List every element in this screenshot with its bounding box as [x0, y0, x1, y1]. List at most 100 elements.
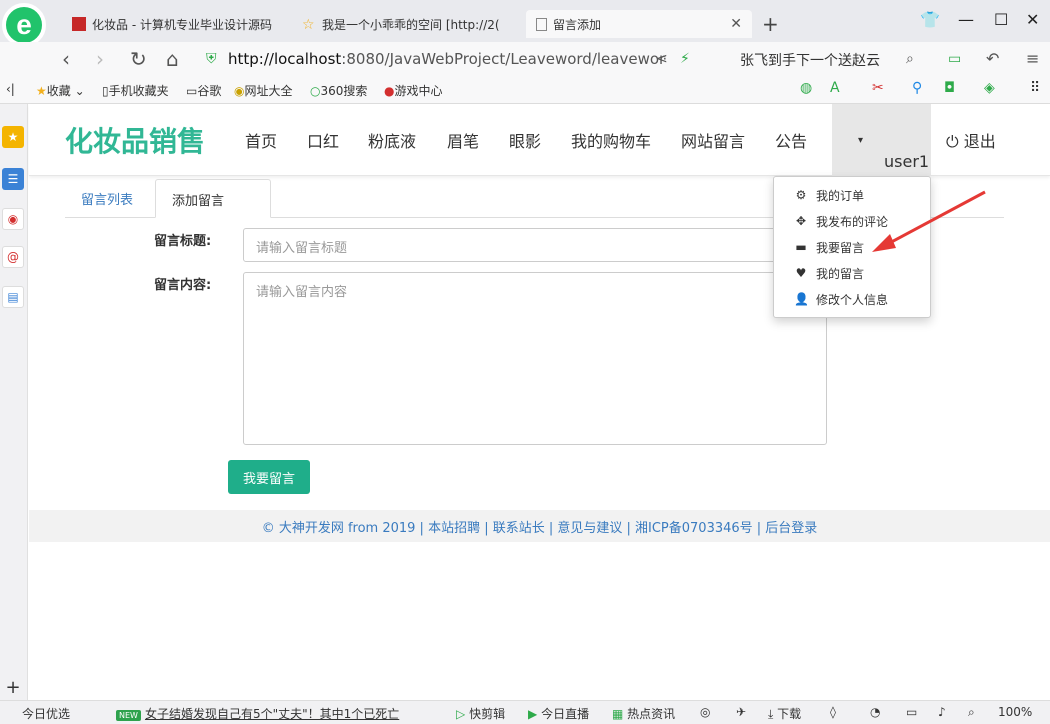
- wechat-icon[interactable]: ◍: [800, 80, 812, 96]
- bookmark-item[interactable]: ●游戏中心: [384, 82, 443, 99]
- star-icon[interactable]: ★: [2, 126, 24, 148]
- browser-logo-icon[interactable]: e: [2, 3, 46, 47]
- user-menu-toggle[interactable]: user1 ▾: [832, 104, 931, 176]
- mail-icon[interactable]: @: [2, 246, 24, 268]
- scissors-icon[interactable]: ✂: [872, 80, 884, 96]
- menu-item-leave-message[interactable]: ▬ 我要留言: [774, 235, 930, 259]
- star-icon: ★: [36, 84, 47, 98]
- status-item[interactable]: ⤓ 下载: [768, 705, 801, 722]
- menu-item-label: 我要留言: [816, 240, 865, 255]
- add-icon[interactable]: +: [2, 676, 24, 698]
- browser-tabbar: e 化妆品 - 计算机专业毕业设计源码 ☆ 我是一个小乖乖的空间 [http:/…: [0, 0, 1050, 47]
- video-icon: ▷: [456, 707, 466, 721]
- clock-icon[interactable]: ◔: [870, 705, 880, 719]
- browser-tab-active[interactable]: 留言添加 ✕: [526, 10, 752, 38]
- gamepad-icon[interactable]: ◘: [944, 80, 955, 96]
- nav-cart[interactable]: 我的购物车: [571, 128, 651, 152]
- shield-icon[interactable]: ◈: [984, 80, 995, 96]
- status-item[interactable]: ▷ 快剪辑: [456, 705, 505, 722]
- nav-home[interactable]: 首页: [245, 128, 277, 152]
- zoom-icon[interactable]: ⌕: [968, 705, 975, 720]
- maximize-icon[interactable]: ☐: [994, 10, 1008, 29]
- menu-item-label: 我的留言: [816, 266, 865, 281]
- bookmarks-bar: ‹| ★收藏 ⌄ ▯手机收藏夹 ▭谷歌 ◉网址大全 ○360搜索 ●游戏中心 ◍…: [0, 76, 1050, 104]
- reload-icon[interactable]: ↻: [130, 47, 147, 71]
- close-window-icon[interactable]: ✕: [1026, 10, 1039, 29]
- lightning-icon[interactable]: ⚡: [680, 51, 690, 67]
- star-icon: ☆: [302, 17, 315, 33]
- footer[interactable]: © 大神开发网 from 2019 | 本站招聘 | 联系站长 | 意见与建议 …: [29, 510, 1050, 542]
- new-tab-icon[interactable]: +: [762, 12, 779, 36]
- status-today-picks[interactable]: 今日优选: [22, 705, 70, 722]
- tab-title: 我是一个小乖乖的空间 [http://2(: [322, 17, 500, 32]
- url-input[interactable]: http://localhost:8080/JavaWebProject/Lea…: [228, 50, 728, 70]
- submit-button[interactable]: 我要留言: [228, 460, 310, 494]
- nav-eyebrow-pencil[interactable]: 眉笔: [447, 128, 479, 152]
- browser-tab[interactable]: 化妆品 - 计算机专业毕业设计源码: [62, 10, 290, 38]
- close-icon[interactable]: ✕: [730, 16, 742, 32]
- search-icon[interactable]: ⌕: [906, 51, 914, 67]
- status-item[interactable]: ▦ 热点资讯: [612, 705, 675, 722]
- tab-add-message[interactable]: 添加留言: [155, 179, 271, 218]
- bookmark-item[interactable]: ★收藏 ⌄: [36, 82, 85, 99]
- nav-guestbook[interactable]: 网站留言: [681, 128, 745, 152]
- game-icon: ●: [384, 84, 395, 98]
- news-text: 女子结婚发现自己有5个"丈夫"！其中1个已死亡: [144, 707, 400, 721]
- menu-item-profile[interactable]: 👤 修改个人信息: [774, 287, 930, 311]
- page: 化妆品销售 首页 口红 粉底液 眉笔 眼影 我的购物车 网站留言 公告 user…: [29, 104, 1050, 700]
- nav-notice[interactable]: 公告: [775, 128, 807, 152]
- nav-eyeshadow[interactable]: 眼影: [509, 128, 541, 152]
- title-input[interactable]: 请输入留言标题: [243, 228, 827, 262]
- menu-item-my-messages[interactable]: ♥ 我的留言: [774, 261, 930, 285]
- bookmark-label: 360搜索: [320, 84, 368, 98]
- zoom-level[interactable]: 100%: [998, 705, 1032, 719]
- screen-icon[interactable]: ▭: [906, 705, 917, 719]
- bookmark-label: 游戏中心: [394, 84, 443, 98]
- document-icon[interactable]: ▤: [2, 286, 24, 308]
- sound-icon[interactable]: ♪: [938, 705, 946, 719]
- status-label: 快剪辑: [469, 707, 506, 721]
- username: user1: [884, 152, 930, 171]
- apps-icon[interactable]: ⠿: [1030, 80, 1040, 96]
- compass-icon[interactable]: ◎: [700, 705, 710, 719]
- share-icon[interactable]: ⋖: [656, 51, 668, 67]
- site-brand[interactable]: 化妆品销售: [65, 120, 205, 160]
- browser-sidebar: ★ ☰ ◉ @ ▤ +: [0, 104, 28, 700]
- bookmark-item[interactable]: ○360搜索: [310, 82, 367, 99]
- translate-icon[interactable]: A: [830, 80, 840, 96]
- menu-item-label: 修改个人信息: [816, 292, 889, 307]
- list-icon[interactable]: ☰: [2, 168, 24, 190]
- minimize-icon[interactable]: —: [958, 10, 974, 29]
- weibo-icon[interactable]: ◉: [2, 208, 24, 230]
- bookmark-item[interactable]: ▭谷歌: [186, 82, 221, 99]
- shirt-icon[interactable]: 👕: [920, 10, 940, 29]
- bookmark-item[interactable]: ▯手机收藏夹: [102, 82, 169, 99]
- back-icon[interactable]: ‹: [62, 47, 70, 71]
- nav-lipstick[interactable]: 口红: [307, 128, 339, 152]
- pin-icon[interactable]: ✈: [736, 705, 746, 719]
- menu-item-orders[interactable]: ⚙ 我的订单: [774, 183, 930, 207]
- undo-icon[interactable]: ↶: [986, 49, 999, 68]
- search-logo-icon: ○: [310, 84, 321, 98]
- home-icon[interactable]: ⌂: [166, 47, 179, 71]
- tab-title: 留言添加: [553, 17, 602, 32]
- content-textarea[interactable]: 请输入留言内容: [243, 272, 827, 445]
- collapse-icon[interactable]: ‹|: [6, 82, 15, 96]
- menu-icon[interactable]: ≡: [1026, 49, 1039, 68]
- forward-icon[interactable]: ›: [96, 47, 104, 71]
- browser-tab[interactable]: ☆ 我是一个小乖乖的空间 [http://2(: [292, 10, 524, 38]
- menu-item-comments[interactable]: ✥ 我发布的评论: [774, 209, 930, 233]
- nav-foundation[interactable]: 粉底液: [368, 128, 416, 152]
- search-input[interactable]: 张飞到手下一个送赵云: [740, 50, 880, 70]
- status-item[interactable]: ▶ 今日直播: [528, 705, 589, 722]
- mute-icon[interactable]: ◊: [830, 705, 836, 719]
- battery-icon: ▭: [948, 51, 962, 67]
- tab-message-list[interactable]: 留言列表: [65, 179, 149, 218]
- magnifier-icon[interactable]: ⚲: [912, 80, 922, 96]
- status-news[interactable]: NEW 女子结婚发现自己有5个"丈夫"！其中1个已死亡: [116, 705, 399, 722]
- content-label: 留言内容:: [154, 278, 212, 293]
- logout-link[interactable]: ⏻ 退出: [946, 128, 996, 152]
- compass-icon: ◉: [234, 84, 245, 98]
- bookmark-item[interactable]: ◉网址大全: [234, 82, 293, 99]
- phone-icon: ▯: [102, 84, 109, 98]
